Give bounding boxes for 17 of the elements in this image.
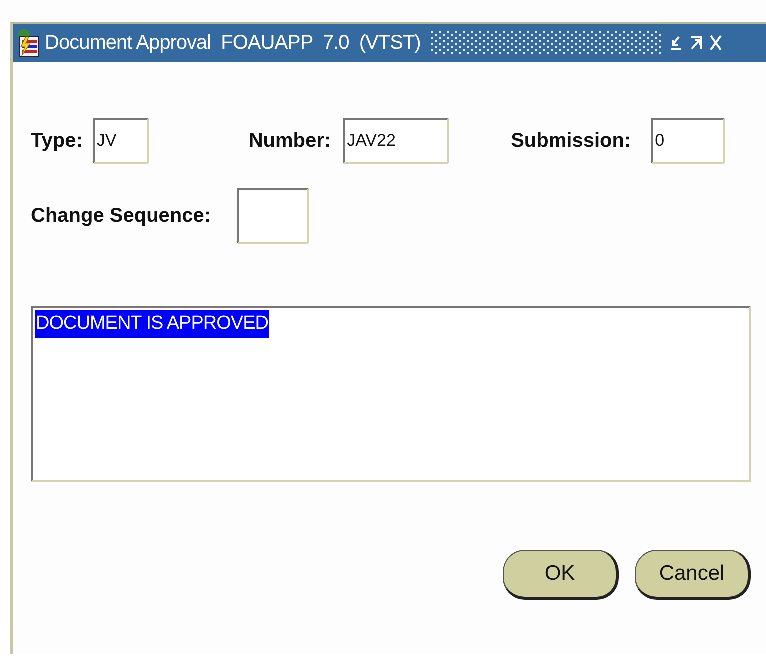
app-icon: [15, 28, 41, 58]
field-label: Submission:: [511, 130, 632, 152]
minimize-icon[interactable]: [668, 34, 683, 52]
maximize-icon[interactable]: [688, 34, 703, 52]
input-field[interactable]: [237, 188, 310, 244]
input-field[interactable]: 0: [651, 118, 726, 164]
close-icon[interactable]: [708, 34, 723, 52]
cancel-button[interactable]: Cancel: [635, 550, 751, 600]
message-text: DOCUMENT IS APPROVED: [35, 310, 270, 338]
message-box[interactable]: DOCUMENT IS APPROVED: [31, 306, 751, 482]
field-label: Type:: [31, 130, 83, 152]
field-label: Change Sequence:: [31, 204, 212, 228]
window-title: Document Approval FOAUAPP 7.0 (VTST): [45, 32, 421, 54]
input-field[interactable]: JAV22: [343, 118, 450, 164]
input-field[interactable]: JV: [92, 118, 149, 164]
ok-button[interactable]: OK: [503, 550, 619, 600]
field-label: Number:: [248, 130, 332, 152]
